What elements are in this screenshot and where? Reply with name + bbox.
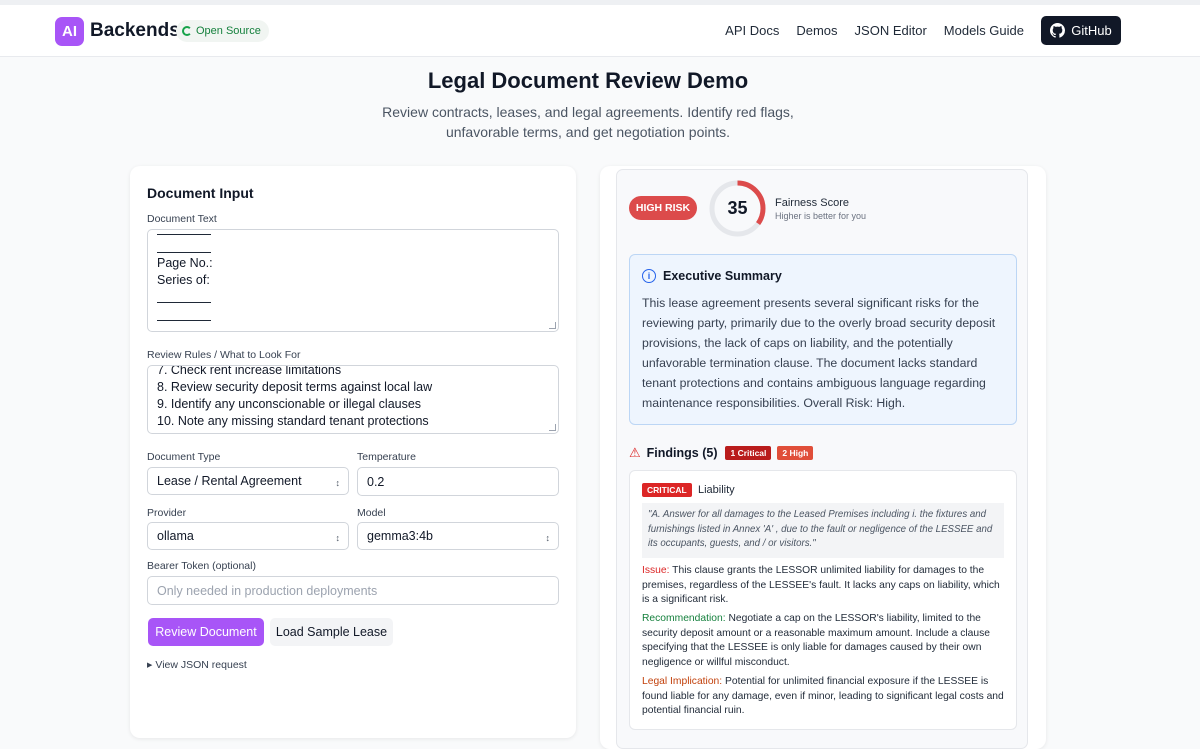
open-source-badge: Open Source (176, 20, 269, 42)
brand-name[interactable]: Backends (90, 20, 180, 42)
finding-recommendation: Recommendation: Negotiate a cap on the L… (642, 612, 1006, 670)
temperature-label: Temperature (357, 451, 416, 463)
navbar: AI Backends Open Source API Docs Demos J… (0, 5, 1200, 57)
bearer-token-label: Bearer Token (optional) (147, 560, 256, 572)
bearer-token-input[interactable]: Only needed in production deployments (147, 576, 559, 605)
chevron-updown-icon: ↕ (545, 533, 551, 543)
spinner-icon (182, 26, 192, 36)
review-document-button[interactable]: Review Document (148, 618, 264, 646)
chevron-updown-icon: ↕ (335, 533, 341, 543)
executive-summary-text: This lease agreement presents several si… (642, 296, 996, 410)
fairness-score-title: Fairness Score (775, 197, 849, 209)
page-title: Legal Document Review Demo (427, 68, 749, 93)
document-text-label: Document Text (147, 213, 217, 225)
nav-link-demos[interactable]: Demos (796, 23, 837, 38)
nav-links: API Docs Demos JSON Editor Models Guide (725, 23, 1024, 38)
finding-legal-implication: Legal Implication: Potential for unlimit… (642, 675, 1006, 719)
document-text-input[interactable]: Page No.: Series of: (147, 229, 559, 332)
github-icon (1050, 23, 1066, 38)
text-line: Page No.: (157, 256, 213, 270)
blank-line (157, 320, 211, 321)
rule-line: 7. Check rent increase limitations (157, 365, 342, 377)
open-source-label: Open Source (196, 25, 261, 37)
document-type-label: Document Type (147, 451, 221, 463)
finding-category: Liability (698, 484, 735, 496)
document-type-value: Lease / Rental Agreement (157, 474, 302, 488)
chevron-updown-icon: ↕ (335, 478, 341, 488)
legal-implication-label: Legal Implication: (642, 676, 723, 687)
bearer-token-placeholder: Only needed in production deployments (157, 583, 378, 598)
provider-value: ollama (157, 529, 194, 543)
review-rules-input[interactable]: 7. Check rent increase limitations 8. Re… (147, 365, 559, 434)
clause-quote: "A. Answer for all damages to the Leased… (642, 503, 1004, 558)
disclosure-triangle-icon: ▶ (147, 662, 153, 669)
resize-handle[interactable] (549, 322, 556, 329)
warning-triangle-icon: ⚠ (629, 445, 641, 460)
fairness-score-subtitle: Higher is better for you (775, 211, 867, 221)
findings-title: Findings (5) (646, 446, 718, 460)
nav-link-json-editor[interactable]: JSON Editor (855, 23, 927, 38)
review-rules-label: Review Rules / What to Look For (147, 349, 301, 361)
provider-select[interactable]: ollama ↕ (147, 522, 349, 550)
logo[interactable]: AI (55, 17, 84, 46)
blank-line (157, 302, 211, 303)
github-label: GitHub (1071, 23, 1112, 38)
provider-label: Provider (147, 507, 187, 519)
info-icon: i (642, 269, 656, 283)
fairness-score-value: 35 (727, 198, 748, 218)
document-type-select[interactable]: Lease / Rental Agreement ↕ (147, 467, 349, 495)
model-select[interactable]: gemma3:4b ↕ (357, 522, 559, 550)
recommendation-label: Recommendation: (642, 613, 726, 624)
executive-summary-card: i Executive Summary This lease agreement… (629, 254, 1017, 425)
risk-level-badge: HIGH RISK (629, 196, 697, 220)
nav-link-models-guide[interactable]: Models Guide (944, 23, 1024, 38)
blank-line (157, 252, 211, 253)
page-subtitle: Review contracts, leases, and legal agre… (382, 104, 794, 140)
text-line: Series of: (157, 273, 210, 287)
rule-line: 9. Identify any unconscionable or illega… (157, 397, 422, 411)
critical-count-badge: 1 Critical (725, 446, 772, 460)
issue-text: This clause grants the LESSOR unlimited … (642, 565, 1000, 605)
resize-handle[interactable] (549, 424, 556, 431)
github-button[interactable]: GitHub (1041, 16, 1121, 45)
high-count-badge: 2 High (777, 446, 814, 460)
view-json-request-label: View JSON request (155, 659, 247, 671)
blank-line (157, 234, 211, 235)
rule-line: 10. Note any missing standard tenant pro… (157, 414, 429, 428)
findings-header: ⚠ Findings (5) 1 Critical 2 High (629, 445, 814, 461)
severity-badge: CRITICAL (642, 483, 692, 497)
model-value: gemma3:4b (367, 529, 434, 543)
finding-issue: Issue: This clause grants the LESSOR unl… (642, 564, 1006, 608)
rule-line: 8. Review security deposit terms against… (157, 380, 433, 394)
temperature-value: 0.2 (367, 474, 385, 489)
panel-heading: Document Input (147, 185, 254, 201)
model-label: Model (357, 507, 386, 519)
executive-summary-title: Executive Summary (663, 269, 782, 283)
temperature-input[interactable]: 0.2 (357, 467, 559, 496)
load-sample-lease-button[interactable]: Load Sample Lease (270, 618, 393, 646)
nav-link-api-docs[interactable]: API Docs (725, 23, 779, 38)
view-json-request-toggle[interactable]: ▶ View JSON request (147, 659, 247, 671)
finding-card: CRITICAL Liability "A. Answer for all da… (629, 470, 1017, 730)
issue-label: Issue: (642, 565, 670, 576)
